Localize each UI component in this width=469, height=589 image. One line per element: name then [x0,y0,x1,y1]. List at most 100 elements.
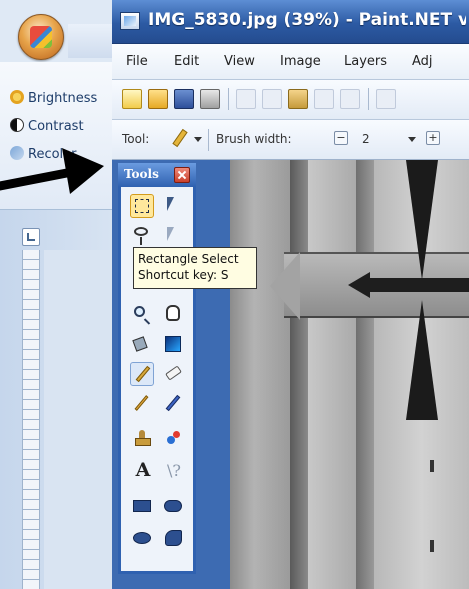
tool-dropdown-icon[interactable] [194,137,202,142]
recolor-icon [165,430,181,446]
crop-icon[interactable] [314,89,334,109]
photo-ironwork-bottom [406,300,438,420]
tooltip-shortcut: Shortcut key: S [138,268,229,282]
photo-plank [356,160,374,589]
hand-icon [166,305,180,321]
photo-nail [430,460,434,472]
image-canvas[interactable] [230,160,469,589]
tooltip-title: Rectangle Select [138,252,239,266]
paintnet-titlebar: IMG_5830.jpg (39%) - Paint.NET v [112,0,469,44]
tool-lasso-select[interactable] [130,224,154,248]
office-ribbon: Brightness Contrast Recolor [0,62,112,210]
copy-icon[interactable] [262,89,282,109]
clone-stamp-icon [135,430,151,446]
rectangle-icon [133,500,151,512]
undo-icon[interactable] [376,89,396,109]
tool-line-curve[interactable]: \? [161,460,185,484]
menu-bar: File Edit View Image Layers Adj [112,44,469,80]
tool-clone-stamp[interactable] [130,426,154,450]
tool-ellipse[interactable] [130,526,154,550]
photo-plank [290,160,308,589]
rectangle-select-icon [135,199,149,213]
deselect-icon[interactable] [340,89,360,109]
menu-adjustments[interactable]: Adj [412,54,433,69]
eraser-icon [165,365,182,381]
tool-eraser[interactable] [161,362,185,386]
ribbon-brightness-label: Brightness [28,91,98,106]
vertical-ruler [22,250,40,589]
photo-nail [430,540,434,552]
brush-width-increase-button[interactable]: + [426,131,440,145]
document-area [44,250,112,589]
tool-pencil[interactable] [130,392,154,416]
tool-rounded-rectangle[interactable] [161,494,185,518]
tool-pan[interactable] [161,302,185,326]
tool-zoom[interactable] [130,302,154,326]
menu-view[interactable]: View [224,54,255,69]
new-file-icon[interactable] [122,89,142,109]
brightness-icon [10,90,24,104]
recolor-icon [10,146,24,160]
paintbrush-icon[interactable] [170,129,188,149]
brush-width-decrease-button[interactable]: − [334,131,348,145]
paste-icon[interactable] [288,89,308,109]
line-curve-icon: \? [167,461,181,480]
ellipse-icon [133,532,151,544]
ribbon-recolor-label: Recolor [28,147,77,162]
move-selection-icon [167,197,174,211]
photo-ironwork-bar [360,278,469,292]
lasso-icon [134,227,148,245]
tool-recolor[interactable] [161,426,185,450]
office-button-icon[interactable] [18,14,64,60]
ruler-toggle-button[interactable] [22,228,40,246]
ribbon-recolor-button[interactable]: Recolor [10,146,112,166]
main-toolbar [112,80,469,120]
color-picker-icon [165,394,181,412]
tool-paintbrush[interactable] [130,362,154,386]
menu-edit[interactable]: Edit [174,54,199,69]
tool-text[interactable]: A [130,459,154,484]
options-separator [208,129,209,151]
menu-layers[interactable]: Layers [344,54,387,69]
photo-plank [230,160,290,589]
paint-bucket-icon [132,336,148,352]
photo-ironwork-left [348,272,370,298]
tool-label: Tool: [122,132,150,146]
close-icon[interactable] [174,167,190,183]
tool-freeform-shape[interactable] [161,526,185,550]
window-title: IMG_5830.jpg (39%) - Paint.NET v [148,10,466,30]
zoom-icon [134,306,145,317]
cut-icon[interactable] [236,89,256,109]
ribbon-contrast-label: Contrast [28,119,84,134]
tool-gradient[interactable] [161,332,185,356]
freeform-shape-icon [165,530,182,546]
open-folder-icon[interactable] [148,89,168,109]
move-selected-icon [167,227,174,241]
print-icon[interactable] [200,89,220,109]
menu-image[interactable]: Image [280,54,321,69]
tooltip: Rectangle Select Shortcut key: S [133,247,257,289]
pencil-icon [134,395,149,411]
tools-window-titlebar[interactable]: Tools [118,163,196,187]
tool-color-picker[interactable] [161,392,185,416]
contrast-icon [10,118,24,132]
rounded-rectangle-icon [164,500,182,512]
tool-rectangle-select[interactable] [130,194,154,218]
ribbon-brightness-button[interactable]: Brightness [10,90,112,110]
tool-paint-bucket[interactable] [130,332,154,356]
tool-move-selected[interactable] [161,224,185,248]
tools-window-title: Tools [124,167,159,181]
gradient-icon [165,336,181,352]
tool-options-bar: Tool: Brush width: − 2 + [112,120,469,160]
ribbon-contrast-button[interactable]: Contrast [10,118,112,138]
save-icon[interactable] [174,89,194,109]
paintnet-app-icon [120,12,140,30]
tool-rectangle[interactable] [130,494,154,518]
tool-move-selection[interactable] [161,194,185,218]
brush-width-dropdown-icon[interactable] [408,137,416,142]
quick-access-toolbar [68,24,118,58]
brush-width-value[interactable]: 2 [362,132,370,146]
menu-file[interactable]: File [126,54,148,69]
photo-hinge-point [270,252,300,320]
toolbar-separator [228,88,229,110]
